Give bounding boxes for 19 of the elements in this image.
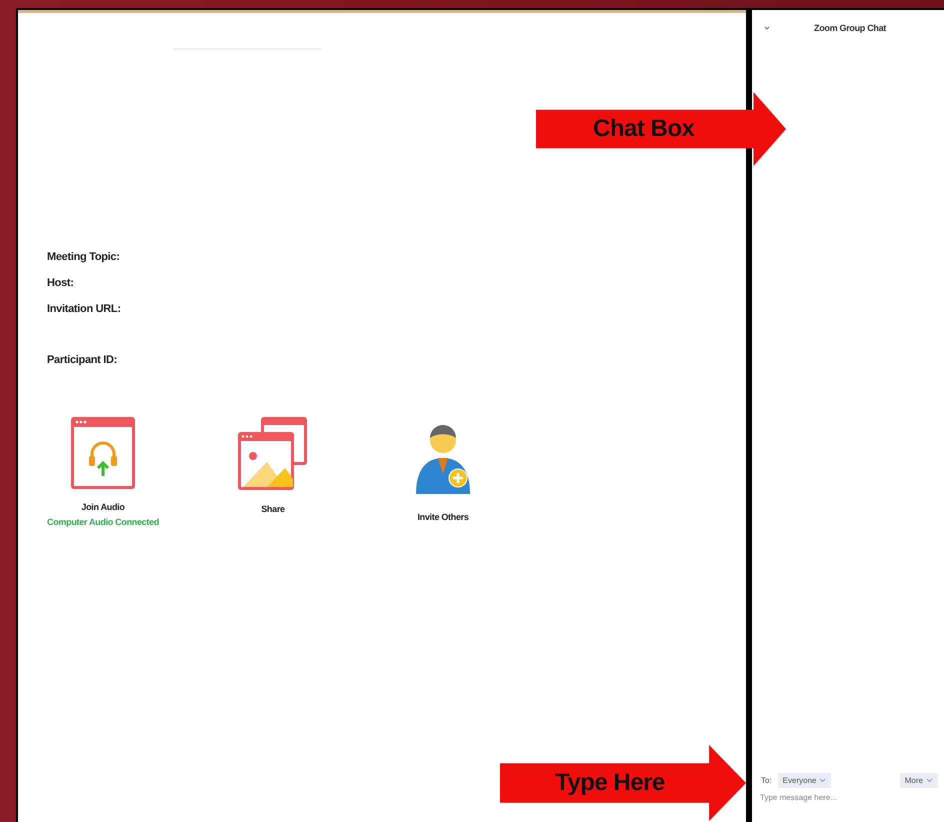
- info-label: Invitation URL:: [47, 303, 122, 316]
- arrow-label: Chat Box: [593, 115, 694, 143]
- caret-icon: [926, 778, 933, 782]
- info-label: Participant ID:: [47, 354, 118, 367]
- chevron-down-icon[interactable]: [764, 26, 770, 30]
- caret-icon: [819, 778, 826, 782]
- arrow-label: Type Here: [555, 769, 665, 797]
- action-label[interactable]: Invite Others: [417, 512, 469, 522]
- to-label: To:: [761, 776, 772, 784]
- recipient-dropdown[interactable]: Everyone: [778, 772, 832, 788]
- chat-title: Zoom Group Chat: [814, 23, 886, 33]
- info-label: Host:: [47, 277, 75, 290]
- info-label: Meeting Topic:: [47, 251, 121, 264]
- headphones-window-icon[interactable]: [70, 416, 136, 490]
- action-label[interactable]: Join Audio: [81, 502, 125, 512]
- audio-status: Computer Audio Connected: [47, 517, 159, 527]
- more-dropdown[interactable]: More: [900, 772, 938, 788]
- action-label[interactable]: Share: [261, 504, 285, 514]
- picture-windows-icon[interactable]: [237, 416, 309, 492]
